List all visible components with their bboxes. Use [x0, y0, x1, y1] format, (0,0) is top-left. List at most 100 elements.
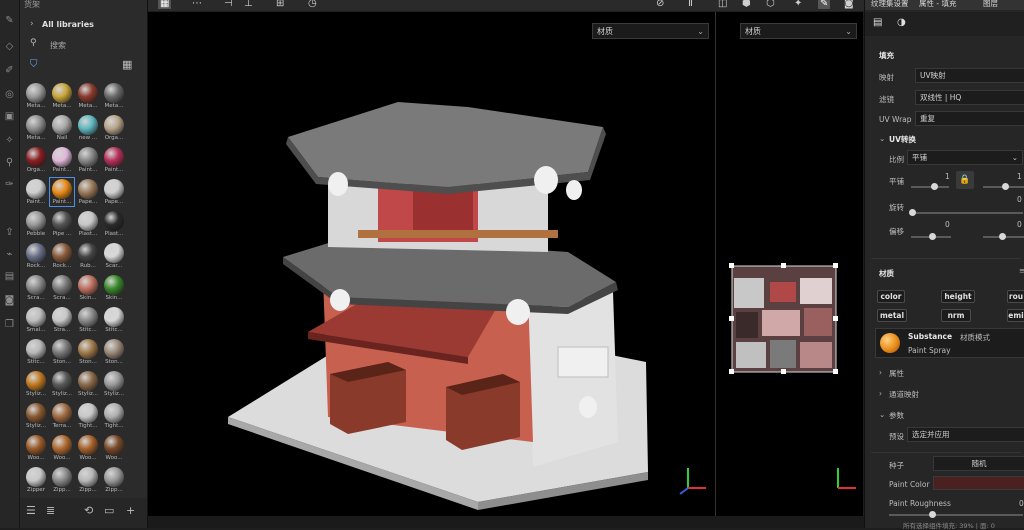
material-swatch[interactable]: Pebble	[24, 210, 48, 238]
grid-icon[interactable]: ▦	[158, 0, 172, 9]
material-swatch[interactable]: Zipp...	[102, 466, 126, 494]
material-swatch[interactable]: new ...	[76, 114, 100, 142]
fill-properties-icon[interactable]: ▤	[873, 17, 882, 28]
material-swatch[interactable]: Paint...	[76, 146, 100, 174]
material-swatch[interactable]: Meta...	[50, 82, 74, 110]
material-swatch[interactable]: Styliz...	[50, 370, 74, 398]
material-swatch[interactable]: Zipp...	[76, 466, 100, 494]
tile-slider-2-knob[interactable]	[1002, 183, 1009, 190]
material-swatch[interactable]: Stitc...	[76, 306, 100, 334]
geometry-mask-icon[interactable]: ◎	[3, 88, 16, 101]
frame-icon[interactable]: ⊞	[276, 0, 284, 9]
material-swatch[interactable]: Nail	[50, 114, 74, 142]
material-swatch[interactable]: Paint...	[24, 178, 48, 206]
uv-transform-section[interactable]: UV转换	[889, 134, 916, 145]
channel-emissive[interactable]: emi	[1007, 309, 1024, 322]
material-swatch[interactable]: Woo...	[102, 434, 126, 462]
material-icon[interactable]: ◑	[897, 17, 906, 28]
library-nav[interactable]: › All libraries	[24, 18, 142, 32]
filter-icon[interactable]: ⛉	[30, 59, 38, 70]
symmetry-icon[interactable]: ⊣	[224, 0, 233, 9]
material-swatch[interactable]: Meta...	[76, 82, 100, 110]
material-swatch[interactable]: Styliz...	[24, 370, 48, 398]
viewport-3d[interactable]: 材质 ⌄	[148, 12, 715, 516]
lock-icon[interactable]: 🔒	[956, 171, 974, 189]
mute-icon[interactable]: ⊘	[656, 0, 664, 9]
bake-icon[interactable]: ⌁	[3, 248, 16, 261]
material-swatch[interactable]: Meta...	[24, 82, 48, 110]
material-swatch[interactable]: Pape...	[102, 178, 126, 206]
projection-icon[interactable]: ✐	[3, 64, 16, 77]
material-swatch[interactable]: Ston...	[76, 338, 100, 366]
seed-random-button[interactable]: 随机	[933, 456, 1024, 471]
chevron-right-icon[interactable]: ›	[879, 368, 882, 377]
tab-layers[interactable]: 图层	[983, 0, 998, 9]
material-swatch[interactable]: Stitc...	[102, 306, 126, 334]
material-swatch[interactable]: Meta...	[102, 82, 126, 110]
brush-icon[interactable]: ✎	[3, 14, 16, 27]
viewport-2d[interactable]: 材质 ⌄	[716, 12, 863, 516]
material-swatch[interactable]: Orga...	[102, 114, 126, 142]
material-swatch[interactable]: Woo...	[50, 434, 74, 462]
render-icon[interactable]: ✦	[794, 0, 802, 9]
chevron-down-icon[interactable]: ⌄	[879, 410, 885, 419]
material-swatch[interactable]: Pape...	[76, 178, 100, 206]
layers-icon[interactable]: ▤	[3, 270, 16, 283]
material-swatch[interactable]: Scra...	[50, 274, 74, 302]
material-swatch[interactable]: Scra...	[24, 274, 48, 302]
material-swatch[interactable]: Rock...	[24, 242, 48, 270]
channel-mapping-section[interactable]: 通道映射	[889, 389, 919, 400]
material-swatch[interactable]: Plast...	[76, 210, 100, 238]
material-swatch[interactable]: Scar...	[102, 242, 126, 270]
material-swatch[interactable]: Paint...	[102, 146, 126, 174]
scale-dropdown[interactable]: 平铺 ⌄	[907, 150, 1023, 165]
substance-material-card[interactable]: Substance 材质模式 Paint Spray	[875, 328, 1024, 358]
shelf-search[interactable]: ⚲ 搜索	[24, 38, 142, 52]
material-swatch[interactable]: Stra...	[50, 306, 74, 334]
material-swatch[interactable]: Paint...	[50, 146, 74, 174]
material-swatch[interactable]: Tight...	[102, 402, 126, 430]
paint-color-swatch[interactable]	[933, 476, 1024, 490]
paint-roughness-slider[interactable]	[889, 514, 1023, 516]
material-swatch[interactable]: Orga...	[24, 146, 48, 174]
uvwrap-dropdown[interactable]: 重复	[915, 111, 1024, 126]
material-swatch[interactable]: Styliz...	[102, 370, 126, 398]
material-swatch[interactable]: Meta...	[24, 114, 48, 142]
add-icon[interactable]: +	[126, 504, 135, 517]
channel-height[interactable]: height	[941, 290, 975, 303]
screenshot-icon[interactable]: ◙	[844, 0, 854, 9]
material-swatch[interactable]: Skin...	[76, 274, 100, 302]
display-icon[interactable]: ❒	[3, 318, 16, 331]
material-swatch[interactable]: Styliz...	[24, 402, 48, 430]
menu-icon[interactable]: ≡	[1019, 266, 1024, 275]
grid-view-icon[interactable]: ▦	[122, 58, 132, 71]
folder-icon[interactable]: ▭	[104, 504, 114, 517]
channel-metal[interactable]: metal	[877, 309, 907, 322]
cube-alt-icon[interactable]: ⬡	[766, 0, 775, 9]
material-swatch[interactable]: Plast...	[102, 210, 126, 238]
eraser-icon[interactable]: ◇	[3, 40, 16, 53]
params-section[interactable]: 参数	[889, 410, 904, 421]
attributes-section[interactable]: 属性	[889, 368, 904, 379]
material-swatch[interactable]: Terra...	[50, 402, 74, 430]
channel-nrm[interactable]: nrm	[941, 309, 971, 322]
export-icon[interactable]: ⇪	[3, 226, 16, 239]
pause-icon[interactable]: Ⅱ	[688, 0, 693, 9]
smudge-icon[interactable]: ▣	[3, 110, 16, 123]
clone-icon[interactable]: ✧	[3, 134, 16, 147]
material-swatch[interactable]: Zipper	[24, 466, 48, 494]
picker-icon[interactable]: ⚲	[3, 156, 16, 169]
stack-icon[interactable]: ≣	[46, 504, 55, 517]
material-swatch[interactable]: Styliz...	[76, 370, 100, 398]
material-swatch[interactable]: Woo...	[76, 434, 100, 462]
channel-color[interactable]: color	[877, 290, 905, 303]
material-swatch[interactable]: Woo...	[24, 434, 48, 462]
paint-roughness-knob[interactable]	[929, 511, 936, 518]
mapping-dropdown[interactable]: UV映射	[915, 68, 1024, 83]
snap-icon[interactable]: ⋯	[192, 0, 202, 9]
tile-slider-1[interactable]	[911, 186, 949, 188]
paint-icon[interactable]: ✎	[818, 0, 831, 9]
chevron-right-icon[interactable]: ›	[879, 389, 882, 398]
material-swatch[interactable]: Tight...	[76, 402, 100, 430]
tile-slider-1-knob[interactable]	[931, 183, 938, 190]
